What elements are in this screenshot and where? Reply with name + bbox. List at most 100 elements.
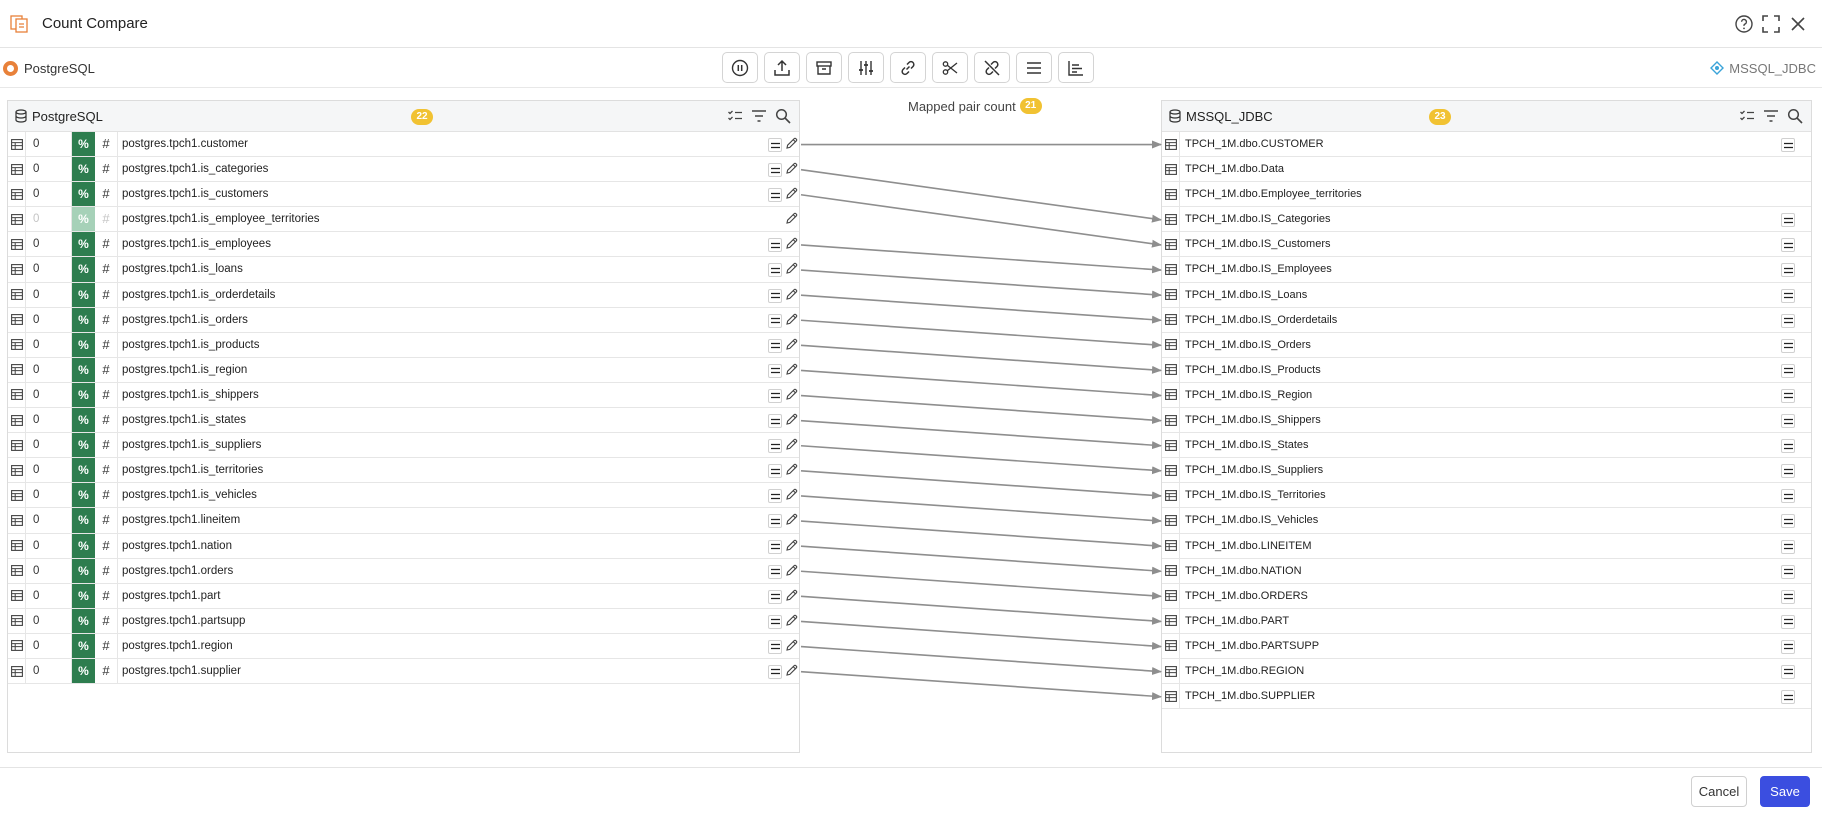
edit-icon[interactable] xyxy=(785,488,798,504)
count-toggle[interactable]: # xyxy=(95,583,118,608)
count-toggle[interactable]: # xyxy=(95,658,118,684)
count-toggle[interactable]: # xyxy=(95,608,118,633)
edit-icon[interactable] xyxy=(785,162,798,178)
row-menu-icon[interactable] xyxy=(1781,564,1795,579)
row-menu-icon[interactable] xyxy=(1781,514,1795,529)
table-row[interactable]: TPCH_1M.dbo.NATION xyxy=(1162,558,1811,584)
count-toggle[interactable]: # xyxy=(95,182,118,207)
edit-icon[interactable] xyxy=(785,137,798,153)
table-row[interactable]: 0% # postgres.tpch1.is_orderdetails xyxy=(8,282,799,308)
table-row[interactable]: TPCH_1M.dbo.SUPPLIER xyxy=(1162,684,1811,710)
row-menu-icon[interactable] xyxy=(768,564,782,579)
percent-toggle[interactable]: % xyxy=(72,583,95,608)
checklist-icon[interactable] xyxy=(727,108,743,124)
count-toggle[interactable]: # xyxy=(95,157,118,182)
table-row[interactable]: TPCH_1M.dbo.IS_Products xyxy=(1162,357,1811,383)
mapping-line[interactable] xyxy=(800,495,1162,525)
count-toggle[interactable]: # xyxy=(95,458,118,483)
percent-toggle[interactable]: % xyxy=(72,257,95,282)
upload-button[interactable] xyxy=(764,52,800,83)
count-toggle[interactable]: # xyxy=(95,408,118,433)
row-menu-icon[interactable] xyxy=(768,163,782,178)
table-row[interactable]: 0% # postgres.tpch1.partsupp xyxy=(8,608,799,634)
help-icon[interactable] xyxy=(1733,13,1755,35)
mapping-line[interactable] xyxy=(800,168,1162,223)
table-row[interactable]: TPCH_1M.dbo.IS_States xyxy=(1162,433,1811,459)
table-row[interactable]: TPCH_1M.dbo.REGION xyxy=(1162,658,1811,685)
row-menu-icon[interactable] xyxy=(768,639,782,654)
table-row[interactable]: TPCH_1M.dbo.IS_Categories xyxy=(1162,207,1811,233)
count-toggle[interactable]: # xyxy=(95,282,118,307)
mapping-line[interactable] xyxy=(800,319,1162,349)
edit-icon[interactable] xyxy=(785,237,798,253)
percent-toggle[interactable]: % xyxy=(72,182,95,207)
table-row[interactable]: 0% # postgres.tpch1.is_orders xyxy=(8,307,799,333)
mapping-line[interactable] xyxy=(800,520,1162,550)
table-row[interactable]: TPCH_1M.dbo.LINEITEM xyxy=(1162,533,1811,559)
row-menu-icon[interactable] xyxy=(768,238,782,253)
count-toggle[interactable]: # xyxy=(95,332,118,357)
edit-icon[interactable] xyxy=(785,564,798,580)
mapping-line[interactable] xyxy=(800,670,1162,701)
percent-toggle[interactable]: % xyxy=(72,658,95,684)
table-row[interactable]: TPCH_1M.dbo.IS_Shippers xyxy=(1162,408,1811,434)
row-menu-icon[interactable] xyxy=(1781,263,1795,278)
row-menu-icon[interactable] xyxy=(768,363,782,378)
table-row[interactable]: TPCH_1M.dbo.IS_Customers xyxy=(1162,232,1811,258)
link-button[interactable] xyxy=(890,52,926,83)
count-toggle[interactable]: # xyxy=(95,257,118,282)
row-menu-icon[interactable] xyxy=(768,464,782,479)
row-menu-icon[interactable] xyxy=(1781,690,1795,705)
list-button[interactable] xyxy=(1016,52,1052,83)
table-row[interactable]: TPCH_1M.dbo.IS_Loans xyxy=(1162,282,1811,308)
table-row[interactable]: TPCH_1M.dbo.IS_Orders xyxy=(1162,332,1811,358)
row-menu-icon[interactable] xyxy=(1781,539,1795,554)
row-menu-icon[interactable] xyxy=(768,439,782,454)
archive-button[interactable] xyxy=(806,52,842,83)
count-toggle[interactable]: # xyxy=(95,533,118,558)
edit-icon[interactable] xyxy=(785,513,798,529)
table-row[interactable]: 0% # postgres.tpch1.is_shippers xyxy=(8,382,799,409)
cut-button[interactable] xyxy=(932,52,968,83)
percent-toggle[interactable]: % xyxy=(72,433,95,458)
count-toggle[interactable]: # xyxy=(95,633,118,658)
pause-button[interactable] xyxy=(722,52,758,83)
row-menu-icon[interactable] xyxy=(768,414,782,429)
table-row[interactable]: TPCH_1M.dbo.Employee_territories xyxy=(1162,182,1811,208)
row-menu-icon[interactable] xyxy=(768,388,782,403)
mapping-line[interactable] xyxy=(800,595,1162,625)
percent-toggle[interactable]: % xyxy=(72,207,95,232)
percent-toggle[interactable]: % xyxy=(72,232,95,257)
table-row[interactable]: 0% # postgres.tpch1.is_categories xyxy=(8,157,799,183)
percent-toggle[interactable]: % xyxy=(72,132,95,157)
chart-button[interactable] xyxy=(1058,52,1094,83)
mapping-line[interactable] xyxy=(800,570,1162,600)
row-menu-icon[interactable] xyxy=(1781,464,1795,479)
table-row[interactable]: TPCH_1M.dbo.PART xyxy=(1162,608,1811,634)
table-row[interactable]: 0% # postgres.tpch1.is_customers xyxy=(8,182,799,208)
table-row[interactable]: TPCH_1M.dbo.IS_Vehicles xyxy=(1162,508,1811,534)
table-row[interactable]: 0% # postgres.tpch1.is_states xyxy=(8,408,799,434)
table-row[interactable]: TPCH_1M.dbo.IS_Region xyxy=(1162,382,1811,409)
maximize-icon[interactable] xyxy=(1760,13,1782,35)
percent-toggle[interactable]: % xyxy=(72,483,95,508)
unlink-button[interactable] xyxy=(974,52,1010,83)
count-toggle[interactable]: # xyxy=(95,132,118,157)
edit-icon[interactable] xyxy=(785,614,798,630)
percent-toggle[interactable]: % xyxy=(72,508,95,533)
row-menu-icon[interactable] xyxy=(768,313,782,328)
filter-icon[interactable] xyxy=(751,108,767,124)
percent-toggle[interactable]: % xyxy=(72,332,95,357)
mapping-line[interactable] xyxy=(800,645,1162,676)
row-menu-icon[interactable] xyxy=(768,489,782,504)
edit-icon[interactable] xyxy=(785,664,798,680)
percent-toggle[interactable]: % xyxy=(72,382,95,408)
mapping-line[interactable] xyxy=(800,620,1162,650)
mapping-line[interactable] xyxy=(800,294,1162,324)
edit-icon[interactable] xyxy=(785,438,798,454)
table-row[interactable]: 0% # postgres.tpch1.is_loans xyxy=(8,257,799,283)
count-toggle[interactable]: # xyxy=(95,508,118,533)
row-menu-icon[interactable] xyxy=(1781,363,1795,378)
table-row[interactable]: 0% # postgres.tpch1.customer xyxy=(8,132,799,158)
percent-toggle[interactable]: % xyxy=(72,558,95,583)
